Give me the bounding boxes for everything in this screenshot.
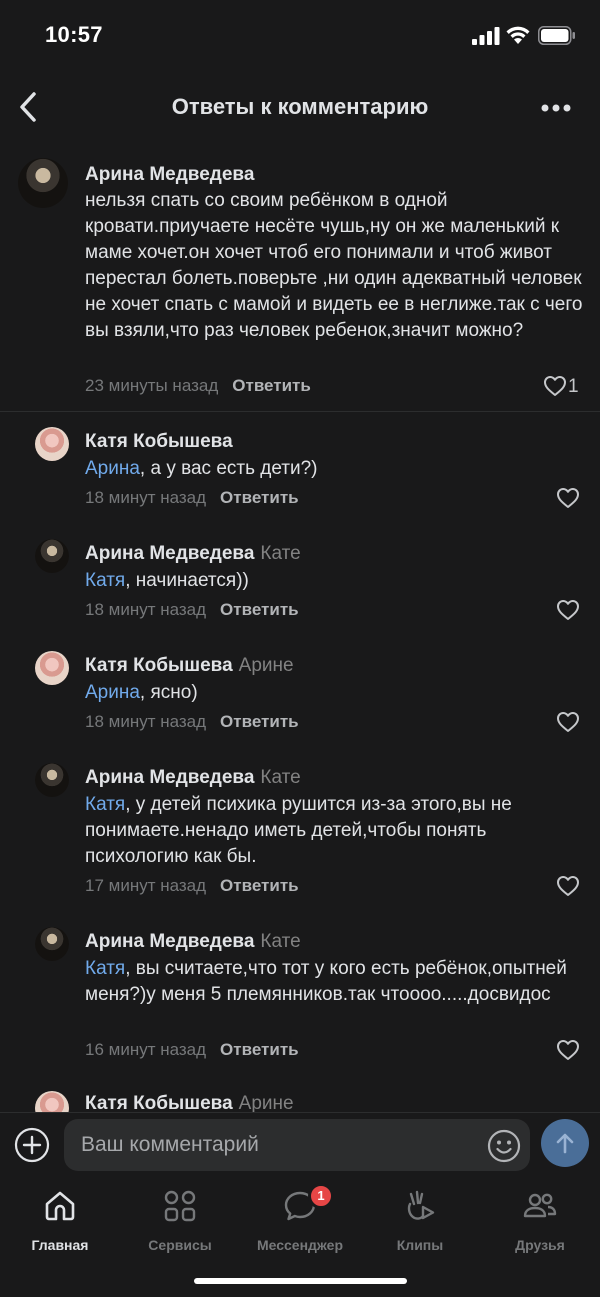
page-title: Ответы к комментарию — [171, 94, 429, 119]
tab-label: Друзья — [515, 1237, 565, 1253]
comment-author[interactable]: Арина Медведева — [85, 164, 254, 186]
comment-text: Арина, ясно) — [85, 682, 198, 703]
comment-text: Арина, а у вас есть дети?) — [85, 458, 318, 479]
mention-link[interactable]: Катя — [85, 570, 125, 591]
arrow-up-icon — [556, 1133, 574, 1154]
avatar[interactable] — [35, 927, 69, 961]
tab-label: Мессенджер — [256, 1237, 344, 1253]
heart-icon[interactable] — [543, 375, 567, 397]
reply-button[interactable]: Ответить — [220, 1040, 299, 1059]
reply-button[interactable]: Ответить — [220, 876, 299, 895]
like-count: 1 — [568, 376, 579, 397]
reply-button[interactable]: Ответить — [232, 376, 311, 395]
reply-button[interactable]: Ответить — [220, 712, 299, 731]
tab-clips[interactable]: Клипы — [360, 1184, 480, 1253]
cellular-signal-icon — [472, 27, 500, 45]
avatar[interactable] — [35, 763, 69, 797]
heart-icon[interactable] — [556, 1039, 580, 1061]
heart-icon[interactable] — [556, 599, 580, 621]
comment-author[interactable]: Арина Медведева Кате — [85, 931, 301, 953]
status-bar: 10:57 — [0, 0, 600, 70]
mention-link[interactable]: Арина — [85, 458, 140, 479]
wifi-icon — [506, 26, 530, 44]
tab-label: Клипы — [396, 1237, 444, 1253]
clips-icon — [407, 1190, 435, 1220]
tab-label: Главная — [31, 1237, 89, 1253]
mention-link[interactable]: Арина — [85, 682, 140, 703]
services-icon — [164, 1190, 196, 1222]
reply-button[interactable]: Ответить — [220, 488, 299, 507]
battery-icon — [538, 26, 575, 45]
mention-link[interactable]: Катя — [85, 794, 125, 815]
emoji-icon[interactable] — [487, 1129, 521, 1163]
comment-time: 23 минуты назад — [85, 376, 219, 395]
avatar[interactable] — [35, 427, 69, 461]
heart-icon[interactable] — [556, 487, 580, 509]
comment-meta: 23 минуты назад Ответить — [85, 376, 311, 396]
avatar[interactable] — [35, 651, 69, 685]
more-options-icon[interactable] — [538, 96, 574, 120]
avatar[interactable] — [35, 539, 69, 573]
top-nav-bar: Ответы к комментарию — [0, 70, 600, 144]
comment-time: 18 минут назад — [85, 600, 207, 619]
tab-messenger[interactable]: 1 Мессенджер — [240, 1183, 360, 1253]
friends-icon — [523, 1193, 557, 1218]
heart-icon[interactable] — [556, 711, 580, 733]
comment-author[interactable]: Арина Медведева Кате — [85, 543, 301, 565]
comment-composer — [0, 1112, 600, 1176]
comment-thread: Арина Медведева нельзя спать со своим ре… — [0, 144, 600, 1112]
tab-home[interactable]: Главная — [0, 1184, 120, 1253]
divider — [0, 411, 600, 412]
comment-input-wrapper — [64, 1119, 530, 1171]
comment-meta: 16 минут назад Ответить — [85, 1040, 299, 1060]
tab-friends[interactable]: Друзья — [480, 1184, 600, 1253]
comment-text: Катя, начинается)) — [85, 570, 249, 591]
comment-meta: 18 минут назад Ответить — [85, 600, 299, 620]
comment-text: нельзя спать со своим ребёнком в одной к… — [85, 190, 583, 341]
status-time: 10:57 — [45, 22, 103, 47]
reply-button[interactable]: Ответить — [220, 600, 299, 619]
mention-link[interactable]: Катя — [85, 958, 125, 979]
comment-text: Катя, у детей психика рушится из-за этог… — [85, 794, 512, 867]
comment-input[interactable] — [81, 1119, 481, 1171]
comment-author[interactable]: Катя Кобышева Арине — [85, 655, 294, 677]
tab-label: Сервисы — [148, 1237, 212, 1253]
comment-meta: 18 минут назад Ответить — [85, 712, 299, 732]
tab-services[interactable]: Сервисы — [120, 1184, 240, 1253]
avatar[interactable] — [35, 1091, 69, 1112]
comment-time: 17 минут назад — [85, 876, 207, 895]
home-icon — [45, 1191, 75, 1221]
home-indicator — [194, 1278, 407, 1284]
comment-author[interactable]: Катя Кобышева — [85, 431, 239, 453]
comment-meta: 18 минут назад Ответить — [85, 488, 299, 508]
avatar[interactable] — [18, 158, 68, 208]
comment-time: 16 минут назад — [85, 1040, 207, 1059]
bottom-tab-bar: Главная Сервисы 1 Мессенджер Клипы Друзь… — [0, 1176, 600, 1297]
comment-time: 18 минут назад — [85, 712, 207, 731]
comment-meta: 17 минут назад Ответить — [85, 876, 299, 896]
heart-icon[interactable] — [556, 875, 580, 897]
notification-badge: 1 — [308, 1183, 334, 1209]
comment-author[interactable]: Арина Медведева Кате — [85, 767, 301, 789]
add-attachment-icon[interactable] — [14, 1127, 50, 1163]
send-button[interactable] — [541, 1119, 589, 1167]
comment-text: Катя, вы считаете,что тот у кого есть ре… — [85, 958, 567, 1005]
comment-author[interactable]: Катя Кобышева Арине — [85, 1093, 294, 1112]
comment-time: 18 минут назад — [85, 488, 207, 507]
